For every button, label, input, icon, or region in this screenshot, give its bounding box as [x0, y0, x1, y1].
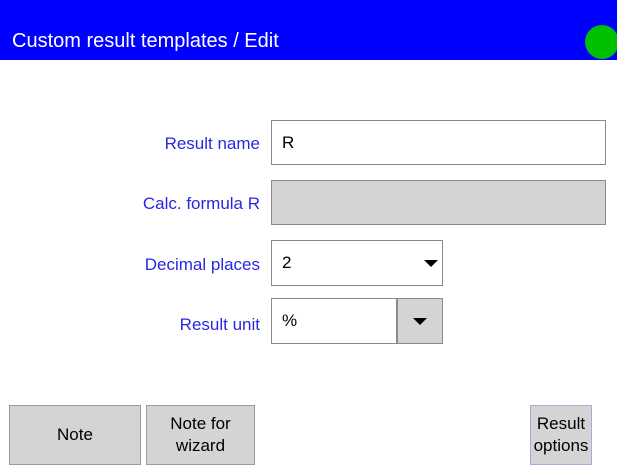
calc-formula-field[interactable]	[271, 180, 606, 225]
note-for-wizard-label-line1: Note for	[170, 414, 231, 433]
decimal-places-select[interactable]: 2	[271, 240, 443, 286]
decimal-places-value: 2	[282, 253, 292, 272]
result-name-field[interactable]: R	[271, 120, 606, 165]
title-bar: Custom result templates / Edit	[0, 0, 617, 60]
chevron-down-icon	[424, 260, 438, 267]
note-for-wizard-button[interactable]: Note for wizard	[146, 405, 255, 465]
note-for-wizard-label-line2: wizard	[175, 436, 226, 455]
window-title: Custom result templates / Edit	[12, 30, 279, 52]
note-button-label: Note	[57, 425, 93, 444]
status-indicator-icon	[585, 25, 617, 59]
result-options-label-line2: options	[533, 436, 589, 455]
result-unit-label: Result unit	[179, 315, 260, 334]
calc-formula-label: Calc. formula R	[142, 194, 260, 213]
result-unit-field[interactable]: %	[271, 298, 397, 344]
result-name-label: Result name	[164, 134, 260, 153]
note-button[interactable]: Note	[9, 405, 141, 465]
result-unit-dropdown-button[interactable]	[397, 298, 443, 344]
result-options-button[interactable]: Result options	[530, 405, 592, 465]
decimal-places-label: Decimal places	[144, 255, 260, 274]
result-options-label-line1: Result	[536, 414, 586, 433]
chevron-down-icon	[413, 318, 427, 325]
